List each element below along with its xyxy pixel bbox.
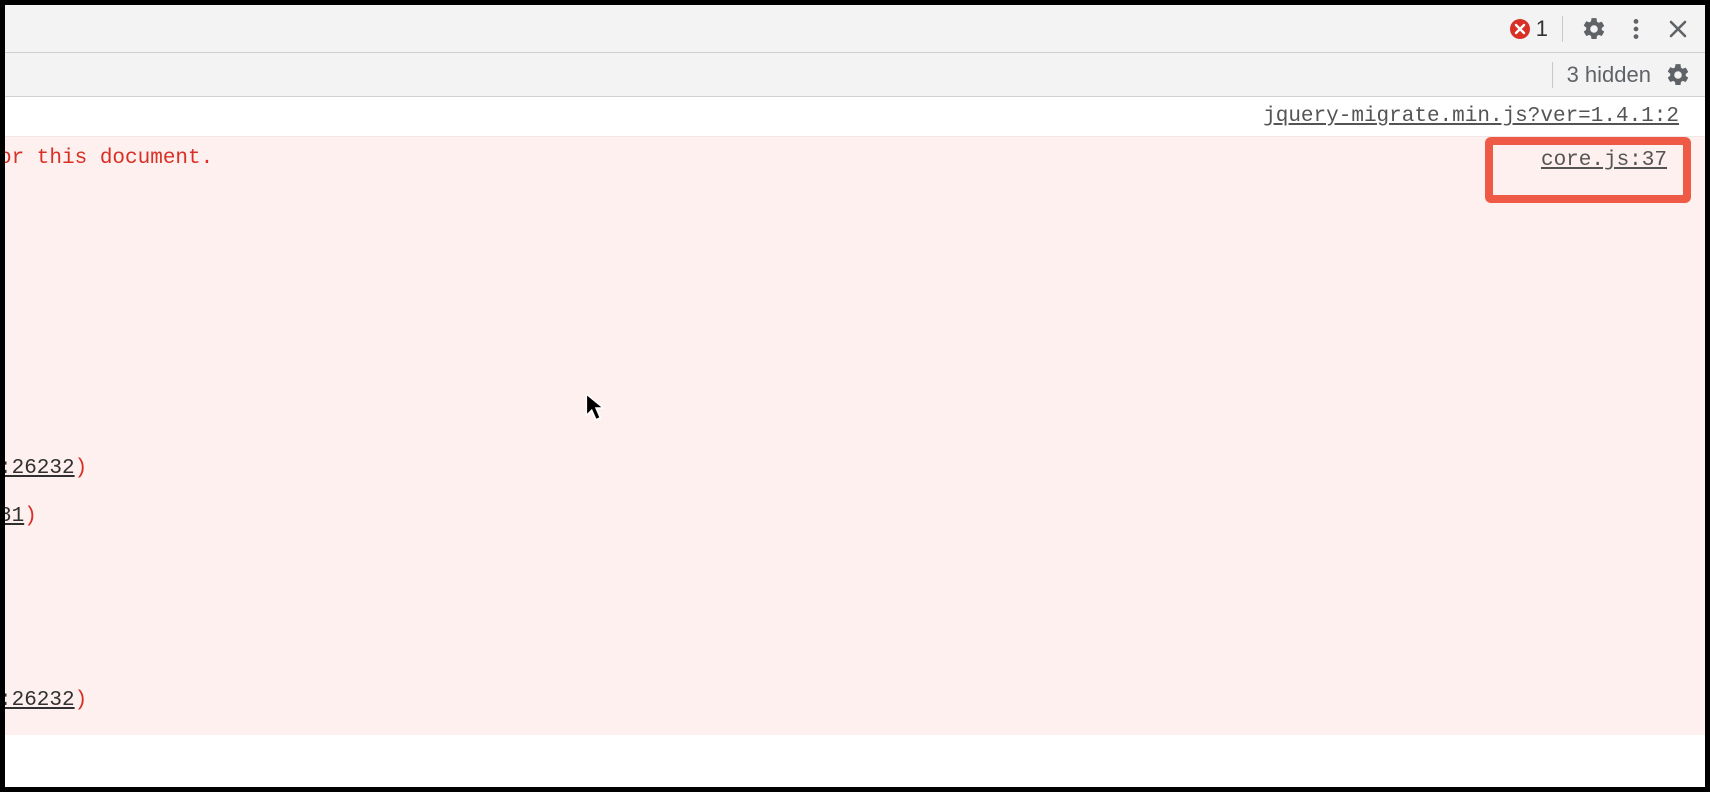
console-settings-button[interactable] [1661,58,1695,92]
devtools-toolbar: 1 [5,5,1705,53]
error-count: 1 [1536,16,1548,42]
stack-link: :26232 [0,457,75,480]
console-error-row: or this document. core.js:37 :26232) 81)… [5,137,1705,735]
source-link[interactable]: jquery-migrate.min.js?ver=1.4.1:2 [1263,105,1679,128]
error-message-fragment: or this document. [0,147,213,170]
stack-frame[interactable]: :26232) [0,457,87,480]
console-filter-bar: 3 hidden [5,53,1705,97]
error-source-link[interactable]: core.js:37 [1541,149,1667,172]
kebab-icon [1623,16,1649,42]
hidden-count[interactable]: 3 hidden [1567,62,1653,88]
error-icon [1510,19,1530,39]
console-output: jquery-migrate.min.js?ver=1.4.1:2 or thi… [5,97,1705,735]
console-row: jquery-migrate.min.js?ver=1.4.1:2 [5,97,1705,137]
toolbar-divider [1552,62,1553,88]
close-icon [1666,17,1690,41]
stack-frame[interactable]: 81) [0,505,37,528]
error-count-badge[interactable]: 1 [1510,16,1548,42]
stack-frame[interactable]: :26232) [0,689,87,712]
devtools-window: 1 3 hidden jquery-migrate.min.js?ver=1.4… [0,0,1710,792]
settings-button[interactable] [1577,12,1611,46]
toolbar-divider [1562,16,1563,42]
gear-icon [1581,16,1607,42]
more-button[interactable] [1619,12,1653,46]
stack-link: 81 [0,505,24,528]
close-button[interactable] [1661,12,1695,46]
stack-link: :26232 [0,689,75,712]
gear-icon [1665,62,1691,88]
